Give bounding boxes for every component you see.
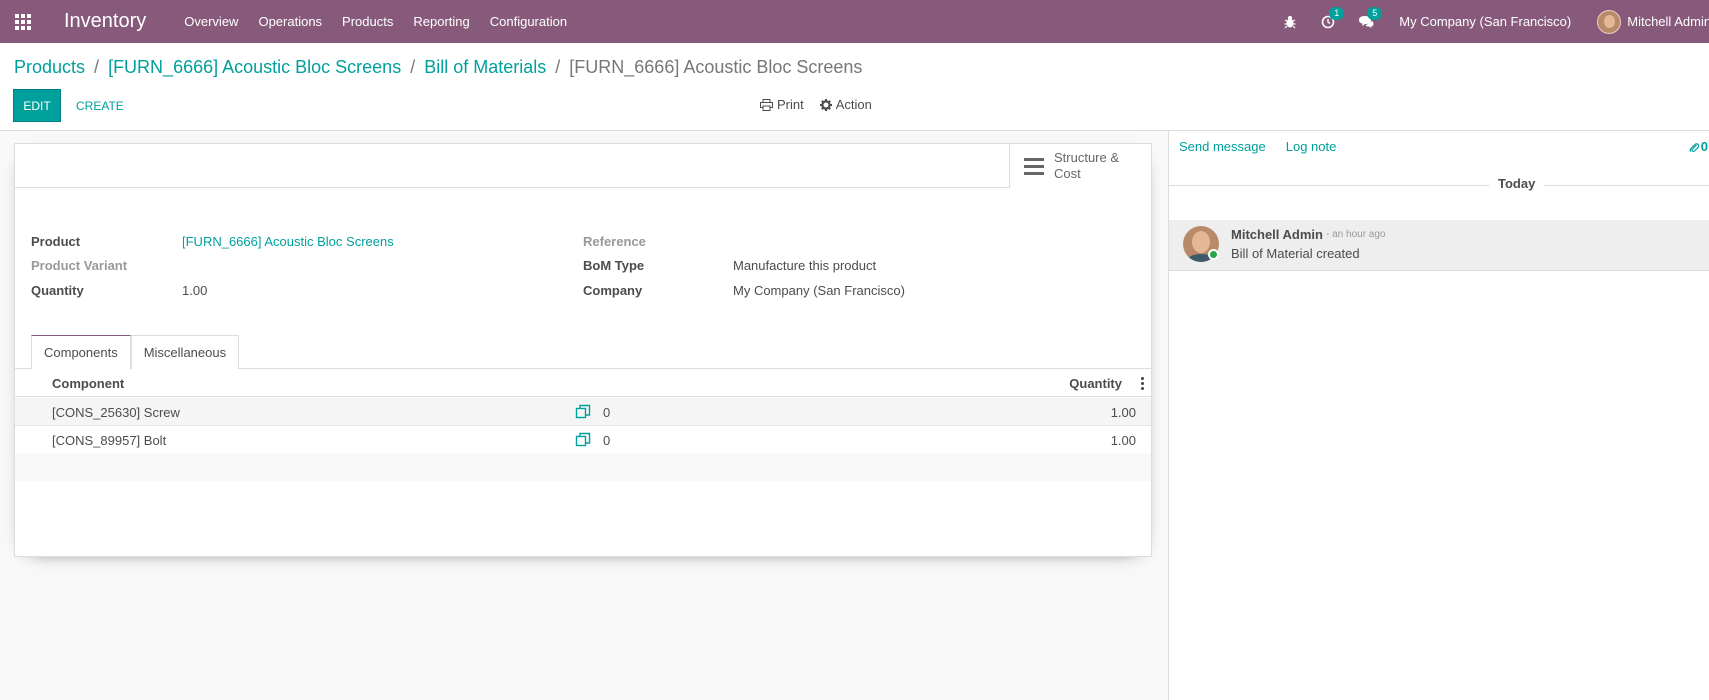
company-label: Company bbox=[583, 283, 643, 298]
action-label: Action bbox=[835, 97, 872, 112]
product-value[interactable]: [FURN_6666] Acoustic Bloc Screens bbox=[182, 234, 394, 249]
date-separator-line bbox=[1169, 185, 1709, 186]
company-switcher[interactable]: My Company (San Francisco) bbox=[1399, 14, 1571, 29]
action-menus: Print Action bbox=[760, 97, 872, 112]
bom-type-value: Manufacture this product bbox=[733, 258, 877, 273]
messages-badge: 5 bbox=[1367, 6, 1383, 20]
menu-operations[interactable]: Operations bbox=[258, 14, 322, 29]
chat-icon[interactable]: 5 bbox=[1357, 6, 1383, 31]
bom-type-field: BoM Type bbox=[583, 258, 644, 273]
clock-icon[interactable]: 1 bbox=[1319, 6, 1345, 31]
chatter-topbar: Send message Log note bbox=[1179, 139, 1336, 154]
table-row[interactable]: [CONS_25630] Screw 0 1.00 bbox=[15, 398, 1151, 426]
bom-type-label: BoM Type bbox=[583, 258, 645, 273]
product-variant-field: Product Variant bbox=[31, 258, 127, 273]
tab-components[interactable]: Components bbox=[31, 335, 131, 369]
product-variant-label: Product Variant bbox=[31, 258, 128, 273]
optional-columns-icon[interactable] bbox=[1141, 377, 1145, 390]
message-author[interactable]: Mitchell Admin bbox=[1231, 227, 1323, 242]
operation-copy-icon[interactable] bbox=[575, 432, 591, 448]
menu-products[interactable]: Products bbox=[342, 14, 393, 29]
apps-grid-icon[interactable] bbox=[0, 0, 46, 43]
component-quantity: 1.00 bbox=[1110, 433, 1136, 448]
edit-button[interactable]: EDIT bbox=[13, 89, 61, 122]
send-message-button[interactable]: Send message bbox=[1179, 139, 1266, 154]
bug-icon[interactable] bbox=[1281, 13, 1299, 31]
company-value: My Company (San Francisco) bbox=[733, 283, 905, 298]
component-name: [CONS_89957] Bolt bbox=[52, 433, 167, 448]
component-availability: 0 bbox=[603, 433, 611, 448]
product-label: Product bbox=[31, 234, 81, 249]
print-label: Print bbox=[777, 97, 804, 112]
attachments-button[interactable]: 0 bbox=[1689, 139, 1708, 154]
paperclip-icon bbox=[1689, 142, 1699, 152]
bars-icon bbox=[1024, 157, 1044, 175]
user-menu[interactable]: Mitchell Admin ( bbox=[1627, 14, 1709, 29]
tab-miscellaneous[interactable]: Miscellaneous bbox=[130, 335, 240, 369]
column-component[interactable]: Component bbox=[52, 376, 124, 391]
column-quantity[interactable]: Quantity bbox=[1069, 376, 1122, 391]
menu-reporting[interactable]: Reporting bbox=[413, 14, 469, 29]
control-panel: Products / [FURN_6666] Acoustic Bloc Scr… bbox=[0, 43, 1709, 131]
component-availability: 0 bbox=[603, 405, 611, 420]
breadcrumb-separator: / bbox=[555, 57, 561, 77]
message-body: Bill of Material created bbox=[1231, 246, 1360, 261]
breadcrumb-products[interactable]: Products bbox=[14, 57, 85, 78]
gear-icon bbox=[819, 98, 832, 111]
breadcrumb: Products / [FURN_6666] Acoustic Bloc Scr… bbox=[14, 57, 862, 78]
attachments-count: 0 bbox=[1700, 139, 1708, 154]
product-field: Product bbox=[31, 234, 80, 249]
form-sheet: Structure & Cost Product [FURN_6666] Aco… bbox=[14, 143, 1152, 557]
quantity-field: Quantity bbox=[31, 283, 84, 298]
reference-label: Reference bbox=[583, 234, 646, 249]
create-button[interactable]: CREATE bbox=[66, 89, 134, 122]
list-empty-row bbox=[15, 453, 1151, 481]
navbar-systray: 1 5 My Company (San Francisco) Mitchell … bbox=[1271, 0, 1709, 43]
print-dropdown[interactable]: Print bbox=[760, 97, 804, 112]
chatter-message[interactable]: Mitchell Admin - an hour ago Bill of Mat… bbox=[1169, 220, 1709, 271]
quantity-value: 1.00 bbox=[182, 283, 208, 298]
list-header: Component Quantity bbox=[15, 369, 1151, 397]
breadcrumb-product[interactable]: [FURN_6666] Acoustic Bloc Screens bbox=[108, 57, 401, 78]
button-box: Structure & Cost bbox=[15, 144, 1151, 188]
date-separator-label: Today bbox=[1489, 176, 1545, 191]
message-time: - an hour ago bbox=[1326, 229, 1386, 240]
table-row[interactable]: [CONS_89957] Bolt 0 1.00 bbox=[15, 426, 1151, 454]
component-quantity: 1.00 bbox=[1110, 405, 1136, 420]
log-note-button[interactable]: Log note bbox=[1286, 139, 1337, 154]
breadcrumb-separator: / bbox=[410, 57, 416, 77]
company-field: Company bbox=[583, 283, 642, 298]
operation-copy-icon[interactable] bbox=[575, 404, 591, 420]
action-dropdown[interactable]: Action bbox=[819, 97, 872, 112]
breadcrumb-current: [FURN_6666] Acoustic Bloc Screens bbox=[569, 57, 863, 77]
menu-overview[interactable]: Overview bbox=[184, 14, 238, 29]
breadcrumb-separator: / bbox=[94, 57, 100, 77]
online-status-icon bbox=[1208, 249, 1219, 260]
reference-field: Reference bbox=[583, 234, 646, 249]
app-name[interactable]: Inventory bbox=[64, 10, 146, 33]
breadcrumb-bill-of-materials[interactable]: Bill of Materials bbox=[424, 57, 546, 78]
notebook-tabs: Components Miscellaneous bbox=[31, 335, 240, 369]
print-icon bbox=[760, 98, 773, 111]
quantity-label: Quantity bbox=[31, 283, 84, 298]
structure-cost-label: Structure & Cost bbox=[1054, 150, 1120, 181]
structure-cost-button[interactable]: Structure & Cost bbox=[1009, 144, 1151, 188]
user-avatar[interactable] bbox=[1597, 9, 1622, 34]
component-name: [CONS_25630] Screw bbox=[52, 405, 180, 420]
top-navbar: Inventory Overview Operations Products R… bbox=[0, 0, 1709, 43]
menu-configuration[interactable]: Configuration bbox=[490, 14, 567, 29]
activity-badge: 1 bbox=[1329, 6, 1345, 20]
chatter: Send message Log note 0 Today Mitchell A… bbox=[1168, 131, 1709, 700]
